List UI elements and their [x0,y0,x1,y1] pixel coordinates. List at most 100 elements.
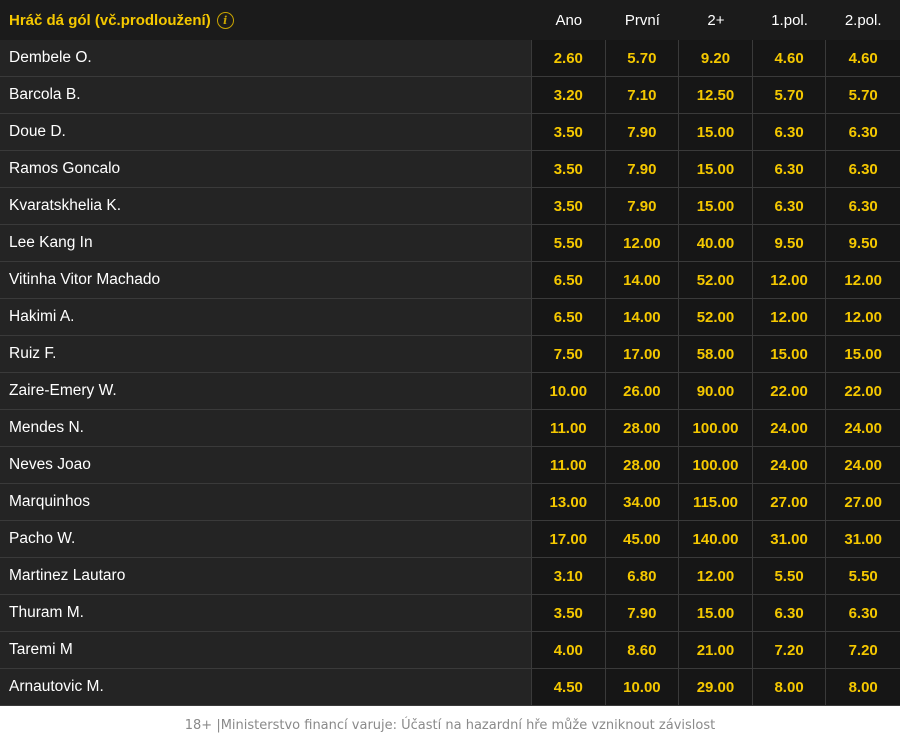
odds-button-2pol[interactable]: 24.00 [826,447,900,483]
odds-button-2pol[interactable]: 15.00 [826,336,900,372]
odds-button-ano[interactable]: 11.00 [532,410,606,446]
odds-button-prvni[interactable]: 28.00 [605,447,680,483]
odds-button-2pol[interactable]: 31.00 [826,521,900,557]
odds-button-2plus[interactable]: 15.00 [679,595,753,631]
odds-button-ano[interactable]: 17.00 [532,521,606,557]
odds-button-1pol[interactable]: 4.60 [752,40,827,76]
table-row: Taremi M 4.00 8.60 21.00 7.20 7.20 [0,632,900,669]
odds-button-ano[interactable]: 11.00 [532,447,606,483]
odds-button-2plus[interactable]: 15.00 [679,151,753,187]
table-row: Dembele O. 2.60 5.70 9.20 4.60 4.60 [0,40,900,77]
market-header: Hráč dá gól (vč.prodloužení) i Ano První… [0,0,900,40]
odds-button-2pol[interactable]: 12.00 [826,299,900,335]
odds-button-prvni[interactable]: 26.00 [605,373,680,409]
odds-button-ano[interactable]: 2.60 [532,40,606,76]
odds-button-2pol[interactable]: 22.00 [826,373,900,409]
odds-button-2pol[interactable]: 12.00 [826,262,900,298]
odds-button-2pol[interactable]: 4.60 [826,40,900,76]
odds-button-ano[interactable]: 3.50 [532,188,606,224]
odds-button-2plus[interactable]: 90.00 [679,373,753,409]
odds-button-prvni[interactable]: 7.90 [605,151,680,187]
odds-button-2plus[interactable]: 12.50 [679,77,753,113]
odds-button-1pol[interactable]: 24.00 [752,410,827,446]
odds-button-prvni[interactable]: 34.00 [605,484,680,520]
odds-button-ano[interactable]: 3.50 [532,114,606,150]
odds-button-2plus[interactable]: 115.00 [679,484,753,520]
odds-button-1pol[interactable]: 9.50 [752,225,827,261]
odds-button-ano[interactable]: 6.50 [532,262,606,298]
odds-button-2pol[interactable]: 9.50 [826,225,900,261]
odds-button-2pol[interactable]: 27.00 [826,484,900,520]
odds-button-1pol[interactable]: 6.30 [752,188,827,224]
odds-button-2plus[interactable]: 52.00 [679,262,753,298]
odds-button-ano[interactable]: 3.20 [532,77,606,113]
odds-button-1pol[interactable]: 6.30 [752,114,827,150]
odds-button-2pol[interactable]: 6.30 [826,595,900,631]
odds-button-ano[interactable]: 3.50 [532,151,606,187]
odds-button-prvni[interactable]: 7.90 [605,595,680,631]
odds-button-ano[interactable]: 3.10 [532,558,606,594]
odds-button-1pol[interactable]: 6.30 [752,151,827,187]
odds-button-2plus[interactable]: 15.00 [679,114,753,150]
odds-button-2pol[interactable]: 6.30 [826,114,900,150]
table-row: Lee Kang In 5.50 12.00 40.00 9.50 9.50 [0,225,900,262]
odds-button-ano[interactable]: 7.50 [532,336,606,372]
odds-button-2plus[interactable]: 21.00 [679,632,753,668]
odds-button-2plus[interactable]: 15.00 [679,188,753,224]
odds-button-1pol[interactable]: 7.20 [752,632,827,668]
odds-button-ano[interactable]: 4.50 [532,669,606,705]
odds-button-2pol[interactable]: 6.30 [826,151,900,187]
odds-button-prvni[interactable]: 5.70 [605,40,680,76]
odds-button-prvni[interactable]: 12.00 [605,225,680,261]
table-row: Ramos Goncalo 3.50 7.90 15.00 6.30 6.30 [0,151,900,188]
odds-button-1pol[interactable]: 31.00 [752,521,827,557]
odds-button-1pol[interactable]: 5.70 [752,77,827,113]
odds-button-2plus[interactable]: 100.00 [679,447,753,483]
odds-button-ano[interactable]: 13.00 [532,484,606,520]
odds-button-1pol[interactable]: 22.00 [752,373,827,409]
odds-button-prvni[interactable]: 8.60 [605,632,680,668]
player-name: Arnautovic M. [0,669,532,705]
odds-button-prvni[interactable]: 45.00 [605,521,680,557]
odds-button-2plus[interactable]: 58.00 [679,336,753,372]
odds-button-prvni[interactable]: 10.00 [605,669,680,705]
odds-button-2plus[interactable]: 140.00 [679,521,753,557]
odds-button-prvni[interactable]: 7.10 [605,77,680,113]
odds-button-prvni[interactable]: 6.80 [605,558,680,594]
odds-button-2pol[interactable]: 8.00 [826,669,900,705]
odds-button-prvni[interactable]: 7.90 [605,188,680,224]
odds-button-prvni[interactable]: 17.00 [605,336,680,372]
odds-button-ano[interactable]: 10.00 [532,373,606,409]
odds-button-2plus[interactable]: 52.00 [679,299,753,335]
odds-button-prvni[interactable]: 14.00 [605,299,680,335]
odds-button-1pol[interactable]: 12.00 [752,262,827,298]
odds-button-ano[interactable]: 5.50 [532,225,606,261]
odds-button-2plus[interactable]: 100.00 [679,410,753,446]
odds-button-1pol[interactable]: 24.00 [752,447,827,483]
odds-button-2plus[interactable]: 9.20 [679,40,753,76]
odds-button-2pol[interactable]: 7.20 [826,632,900,668]
odds-button-prvni[interactable]: 7.90 [605,114,680,150]
odds-button-prvni[interactable]: 14.00 [605,262,680,298]
odds-button-1pol[interactable]: 5.50 [752,558,827,594]
player-name: Hakimi A. [0,299,532,335]
odds-button-prvni[interactable]: 28.00 [605,410,680,446]
odds-button-1pol[interactable]: 6.30 [752,595,827,631]
odds-button-2plus[interactable]: 29.00 [679,669,753,705]
odds-button-ano[interactable]: 6.50 [532,299,606,335]
odds-button-1pol[interactable]: 15.00 [752,336,827,372]
odds-button-2pol[interactable]: 6.30 [826,188,900,224]
info-icon[interactable]: i [216,11,234,29]
table-row: Vitinha Vitor Machado 6.50 14.00 52.00 12.00… [0,262,900,299]
odds-button-2pol[interactable]: 5.70 [826,77,900,113]
odds-button-2pol[interactable]: 24.00 [826,410,900,446]
player-name: Pacho W. [0,521,532,557]
odds-button-1pol[interactable]: 8.00 [752,669,827,705]
odds-button-2pol[interactable]: 5.50 [826,558,900,594]
odds-button-2plus[interactable]: 12.00 [679,558,753,594]
odds-button-ano[interactable]: 3.50 [532,595,606,631]
odds-button-ano[interactable]: 4.00 [532,632,606,668]
odds-button-2plus[interactable]: 40.00 [679,225,753,261]
odds-button-1pol[interactable]: 27.00 [752,484,827,520]
odds-button-1pol[interactable]: 12.00 [752,299,827,335]
